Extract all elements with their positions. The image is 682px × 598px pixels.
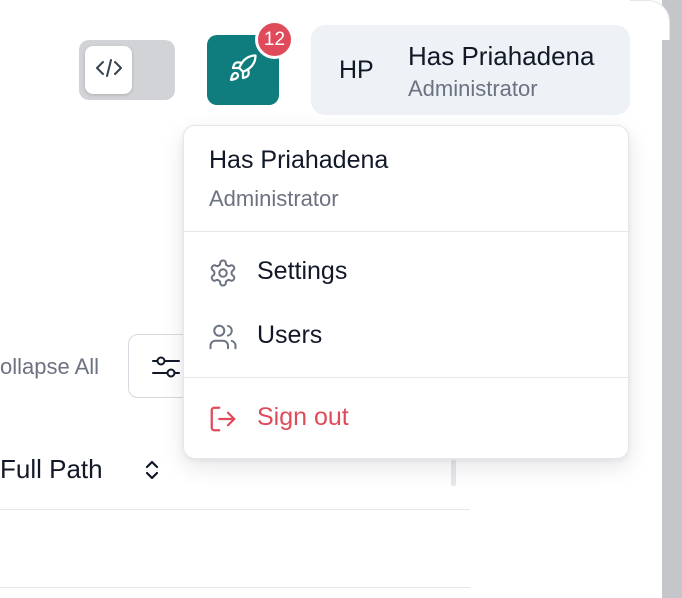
- sign-out-icon: [208, 404, 238, 439]
- menu-item-label: Users: [257, 321, 323, 349]
- users-icon: [208, 322, 238, 357]
- collapse-all-button[interactable]: ollapse All: [0, 354, 99, 380]
- user-menu-trigger[interactable]: HP Has Priahadena Administrator: [311, 25, 630, 115]
- panel-corner: [630, 0, 670, 40]
- menu-divider: [184, 231, 628, 232]
- user-dropdown-menu: Has Priahadena Administrator Settings Us…: [183, 125, 629, 459]
- sign-out-label: Sign out: [257, 403, 349, 431]
- menu-item-settings[interactable]: Settings: [184, 243, 628, 301]
- sliders-icon: [151, 353, 181, 386]
- menu-user-name: Has Priahadena: [209, 146, 389, 174]
- avatar-initials: HP: [339, 56, 374, 84]
- sort-updown-icon[interactable]: [143, 458, 161, 487]
- rocket-icon: [228, 53, 258, 88]
- gear-icon: [208, 258, 238, 293]
- code-icon: [95, 57, 123, 84]
- column-header-full-path[interactable]: Full Path: [0, 454, 103, 485]
- toggle-knob: [85, 46, 132, 94]
- user-name: Has Priahadena: [408, 41, 595, 71]
- sign-out-button[interactable]: Sign out: [184, 389, 628, 447]
- user-role: Administrator: [408, 76, 538, 101]
- menu-user-role: Administrator: [209, 186, 339, 211]
- table-header-divider: [0, 509, 470, 510]
- code-view-toggle[interactable]: [79, 40, 175, 100]
- window-edge: [662, 0, 682, 598]
- menu-item-label: Settings: [257, 257, 348, 285]
- table-row-divider: [0, 587, 470, 588]
- column-resize-handle[interactable]: [451, 460, 456, 486]
- menu-item-users[interactable]: Users: [184, 307, 628, 365]
- notification-badge: 12: [255, 20, 294, 59]
- menu-divider: [184, 377, 628, 378]
